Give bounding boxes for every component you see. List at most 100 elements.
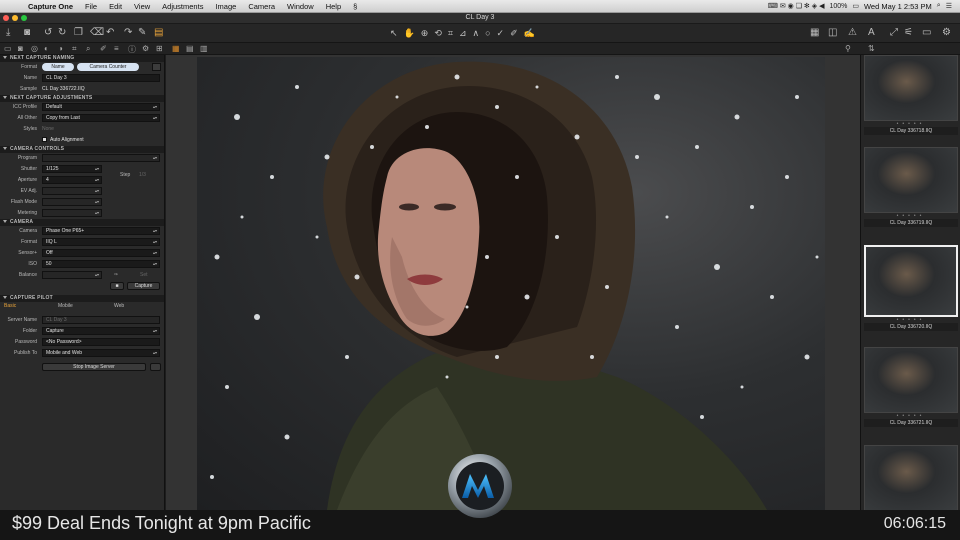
copy-apply-icon[interactable]: ▤ bbox=[154, 27, 163, 39]
menu-help[interactable]: Help bbox=[320, 2, 347, 11]
menu-camera[interactable]: Camera bbox=[242, 2, 281, 11]
menubar-clock[interactable]: Wed May 1 2:53 PM bbox=[864, 2, 932, 11]
composition-tab-icon[interactable]: ⌗ bbox=[72, 44, 77, 54]
password-field[interactable]: <No Password> bbox=[42, 338, 160, 346]
variant-icon[interactable]: ❐ bbox=[74, 27, 83, 39]
iso-select[interactable]: 50 ▴▾ bbox=[42, 260, 160, 268]
compare-icon[interactable]: ◫ bbox=[828, 27, 837, 39]
script-icon[interactable]: § bbox=[347, 2, 363, 11]
section-capture-pilot[interactable]: CAPTURE PILOT bbox=[0, 295, 164, 302]
undo-icon[interactable]: ↶ bbox=[106, 27, 114, 39]
thumbnail[interactable] bbox=[864, 445, 958, 510]
ev-adj-stepper[interactable]: ▴▾ bbox=[42, 187, 102, 195]
thumbnail-selected[interactable]: ••••• CL Day 336720.IIQ bbox=[864, 245, 958, 331]
naming-name-field[interactable]: CL Day 3 bbox=[42, 74, 160, 82]
browser-filmstrip-icon[interactable]: ▥ bbox=[200, 44, 208, 53]
metadata-tab-icon[interactable]: ⓘ bbox=[128, 44, 136, 55]
filter-icon[interactable]: ⚲ bbox=[845, 44, 851, 53]
local-adj-tab-icon[interactable]: ✐ bbox=[100, 44, 107, 53]
battery-icon[interactable]: ▭ bbox=[852, 2, 859, 10]
balance-set-label[interactable]: Set bbox=[140, 272, 148, 278]
tab-web[interactable]: Web bbox=[114, 303, 124, 309]
library-tab-icon[interactable]: ▭ bbox=[4, 44, 12, 53]
battery-percent[interactable]: 100% bbox=[829, 3, 847, 10]
import-icon[interactable]: ⤓ bbox=[6, 27, 10, 39]
stop-image-server-button[interactable]: Stop Image Server bbox=[42, 363, 146, 371]
proof-icon[interactable]: ⤢ bbox=[890, 27, 898, 39]
menu-window[interactable]: Window bbox=[281, 2, 320, 11]
live-view-icon[interactable]: ■ bbox=[110, 282, 124, 290]
thumbnail[interactable]: ••••• CL Day 336718.IIQ bbox=[864, 55, 958, 135]
edit-icon[interactable]: ✎ bbox=[138, 27, 146, 39]
pan-hand-icon[interactable]: ✋ bbox=[404, 28, 415, 39]
format-edit-button[interactable] bbox=[152, 63, 161, 71]
thumbnail[interactable]: ••••• CL Day 336721.IIQ bbox=[864, 347, 958, 427]
sensor-select[interactable]: Off ▴▾ bbox=[42, 249, 160, 257]
thumbnail-image[interactable] bbox=[864, 55, 958, 121]
server-options-button[interactable] bbox=[150, 363, 161, 371]
trash-icon[interactable]: ⌫ bbox=[90, 27, 104, 39]
browser-list-icon[interactable]: ▤ bbox=[186, 44, 194, 53]
details-tab-icon[interactable]: ⌕ bbox=[86, 44, 90, 54]
folder-select[interactable]: Capture ▴▾ bbox=[42, 327, 160, 335]
settings-gear-icon[interactable]: ⚙ bbox=[942, 27, 951, 39]
camera-icon[interactable]: ◙ bbox=[24, 27, 30, 39]
format-token-name[interactable]: Name bbox=[42, 63, 74, 71]
notifications-icon[interactable]: ☰ bbox=[946, 2, 952, 10]
brush-icon[interactable]: ✐ bbox=[510, 28, 518, 39]
flash-mode-select[interactable]: ▴▾ bbox=[42, 198, 102, 206]
search-icon[interactable]: ⌕ bbox=[937, 2, 941, 10]
capture-button[interactable]: Capture bbox=[127, 282, 160, 290]
menu-app[interactable]: Capture One bbox=[22, 2, 79, 11]
menu-adjustments[interactable]: Adjustments bbox=[156, 2, 209, 11]
crop-icon[interactable]: ⌗ bbox=[448, 28, 453, 39]
straighten-icon[interactable]: ⊿ bbox=[459, 28, 467, 39]
aperture-stepper[interactable]: 4 ▴▾ bbox=[42, 176, 102, 184]
browser-grid-icon[interactable]: ▦ bbox=[172, 44, 180, 53]
tab-basic[interactable]: Basic bbox=[4, 303, 16, 309]
all-other-select[interactable]: Copy from Last ▴▾ bbox=[42, 114, 160, 122]
camera-select[interactable]: Phase One P65+ ▴▾ bbox=[42, 227, 160, 235]
lens-tab-icon[interactable]: ◎ bbox=[31, 44, 38, 53]
styles-value[interactable]: None bbox=[42, 126, 54, 132]
grid-icon[interactable]: ▦ bbox=[810, 27, 819, 39]
pick-icon[interactable]: ✓ bbox=[497, 28, 505, 39]
capture-tab-icon[interactable]: ◙ bbox=[18, 44, 23, 53]
auto-alignment-checkbox[interactable] bbox=[42, 137, 47, 142]
menu-edit[interactable]: Edit bbox=[103, 2, 128, 11]
eyedropper-icon[interactable]: ✑ bbox=[114, 272, 118, 278]
exposure-tab-icon[interactable]: ◑ bbox=[58, 44, 63, 53]
redo-icon[interactable]: ↷ bbox=[124, 27, 132, 39]
publish-select[interactable]: Mobile and Web ▴▾ bbox=[42, 349, 160, 357]
rotate-left-icon[interactable]: ↺ bbox=[44, 27, 52, 39]
status-icons[interactable]: ⌨ ✉ ◉ ❏ ✻ ◈ ◀ bbox=[768, 2, 825, 10]
main-photo[interactable] bbox=[197, 57, 825, 510]
thumbnail-image[interactable] bbox=[864, 147, 958, 213]
section-camera-controls[interactable]: CAMERA CONTROLS bbox=[0, 146, 164, 153]
section-camera[interactable]: CAMERA bbox=[0, 219, 164, 226]
rotate-right-icon[interactable]: ↻ bbox=[58, 27, 66, 39]
rotate-icon[interactable]: ⟲ bbox=[434, 28, 442, 39]
shutter-stepper[interactable]: 1/125 ▴▾ bbox=[42, 165, 102, 173]
spot-removal-icon[interactable]: ○ bbox=[485, 28, 490, 39]
zoom-icon[interactable]: ⊕ bbox=[421, 28, 429, 39]
annotate-icon[interactable]: ✍ bbox=[524, 28, 535, 39]
image-viewer[interactable] bbox=[166, 55, 860, 510]
section-next-capture-naming[interactable]: NEXT CAPTURE NAMING bbox=[0, 55, 164, 62]
balance-select[interactable]: ▴▾ bbox=[42, 271, 102, 279]
tab-mobile[interactable]: Mobile bbox=[58, 303, 73, 309]
step-value[interactable]: 1/3 bbox=[139, 172, 146, 178]
menu-file[interactable]: File bbox=[79, 2, 103, 11]
thumbnail-image[interactable] bbox=[864, 347, 958, 413]
color-tab-icon[interactable]: ◐ bbox=[44, 44, 49, 53]
sort-icon[interactable]: ⇅ bbox=[868, 44, 875, 53]
menu-view[interactable]: View bbox=[128, 2, 156, 11]
server-name-field[interactable]: CL Day 3 bbox=[42, 316, 160, 324]
text-icon[interactable]: A bbox=[868, 27, 875, 39]
section-next-capture-adjustments[interactable]: NEXT CAPTURE ADJUSTMENTS bbox=[0, 95, 164, 102]
adjustments-tab-icon[interactable]: ≡ bbox=[114, 44, 119, 53]
camera-format-select[interactable]: IIQ L ▴▾ bbox=[42, 238, 160, 246]
icc-profile-select[interactable]: Default ▴▾ bbox=[42, 103, 160, 111]
thumbnail-image[interactable] bbox=[864, 245, 958, 317]
exposure-warning-icon[interactable]: ⚠ bbox=[848, 27, 857, 39]
